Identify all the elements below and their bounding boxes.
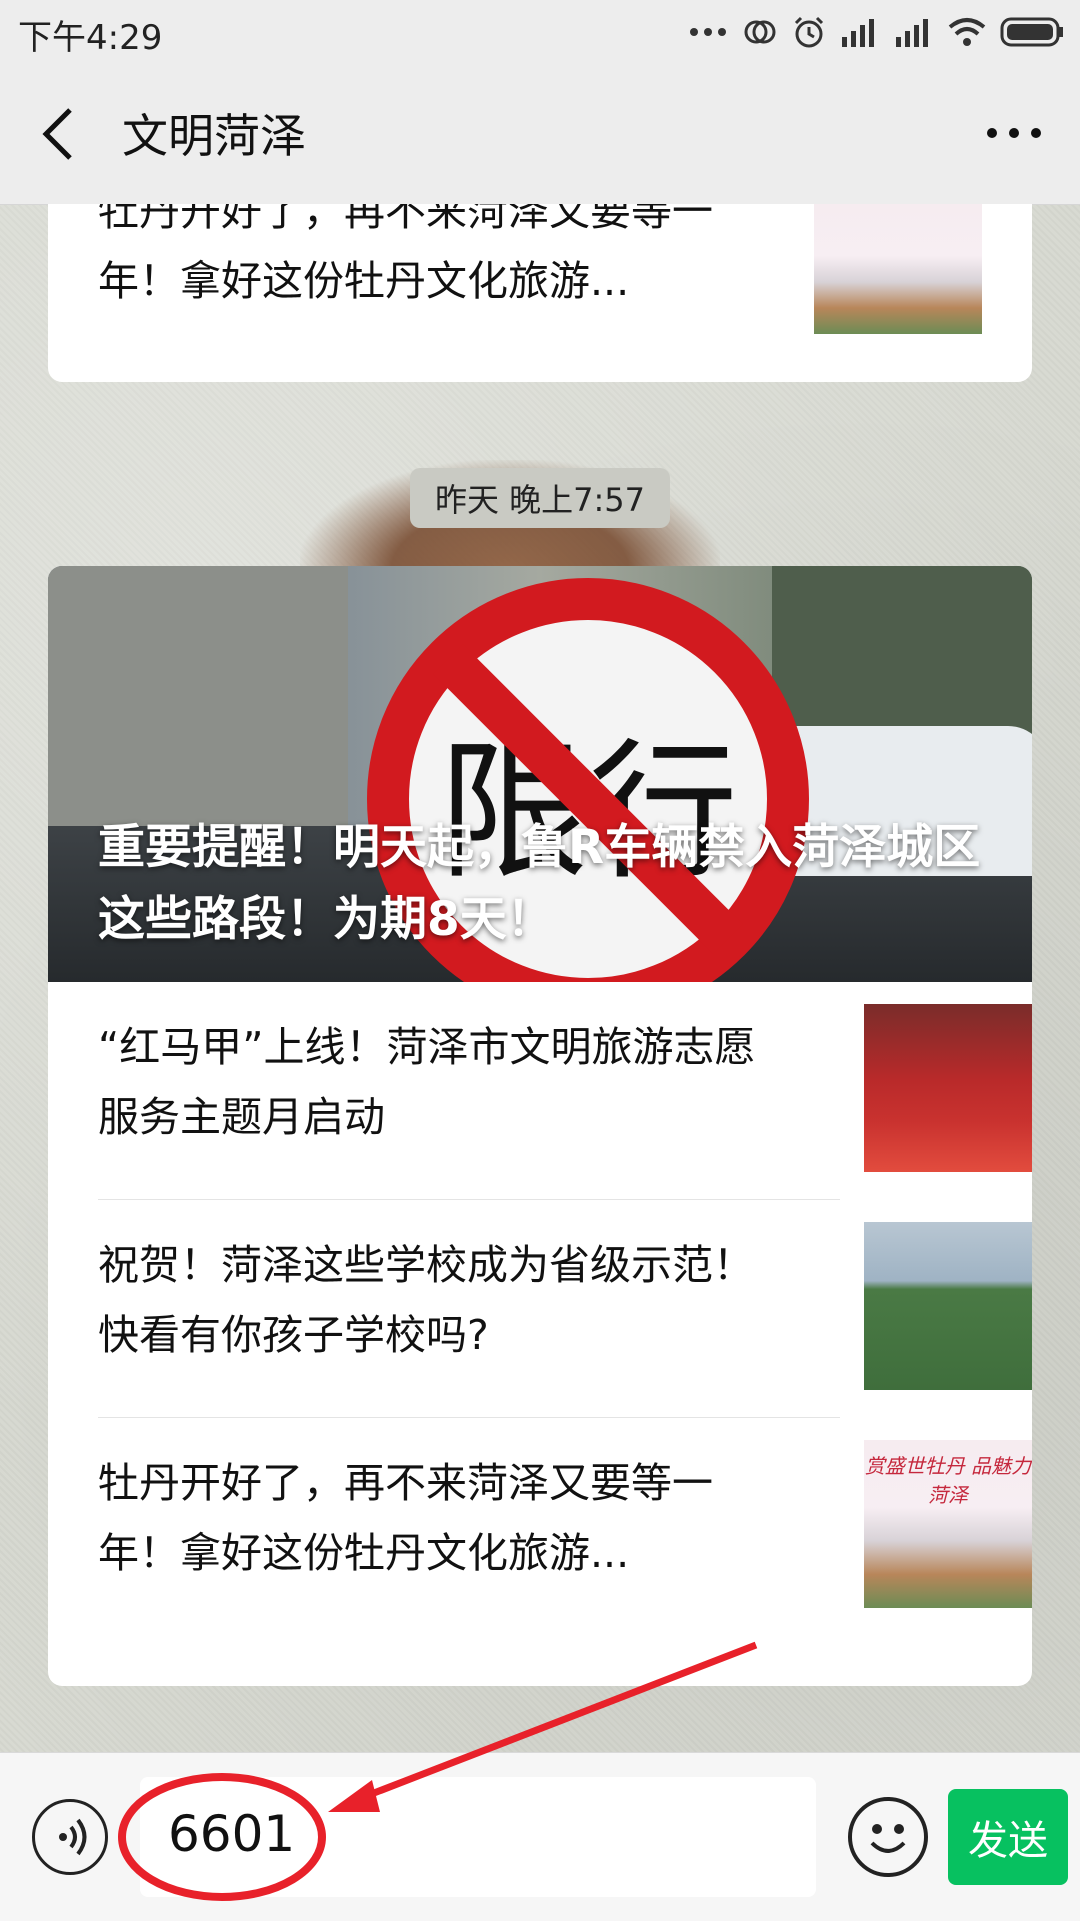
article-thumbnail [864, 1004, 1032, 1172]
article-title[interactable]: 牡丹开好了，再不来菏泽又要等一年！拿好这份牡丹文化旅游... [98, 204, 778, 316]
hd-signal-icon [842, 19, 874, 47]
more-options-icon[interactable] [984, 122, 1044, 144]
emoji-icon [870, 1824, 906, 1853]
message-input-value: 6601 [168, 1805, 296, 1863]
status-time: 下午4:29 [18, 18, 163, 58]
article-card-previous[interactable]: 牡丹开好了，再不来菏泽又要等一年！拿好这份牡丹文化旅游... [48, 204, 1032, 382]
list-item[interactable]: 祝贺！菏泽这些学校成为省级示范！快看有你孩子学校吗? [98, 1200, 1032, 1418]
article-thumbnail [814, 204, 982, 334]
thumbnail-label: 赏盛世牡丹 品魅力菏泽 [864, 1454, 1032, 1507]
more-dots-icon [690, 28, 726, 36]
list-item[interactable]: 牡丹开好了，再不来菏泽又要等一年！拿好这份牡丹文化旅游... 赏盛世牡丹 品魅力… [98, 1418, 1032, 1636]
message-input[interactable]: 6601 [140, 1777, 816, 1897]
article-thumbnail: 赏盛世牡丹 品魅力菏泽 [864, 1440, 1032, 1608]
article-title[interactable]: “红马甲”上线！菏泽市文明旅游志愿服务主题月启动 [98, 1012, 778, 1152]
send-button[interactable]: 发送 [948, 1789, 1068, 1885]
cover-image[interactable]: 限行 重要提醒！明天起，鲁R车辆禁入菏泽城区这些路段！为期8天！ [48, 566, 1032, 982]
sync-icon [744, 20, 776, 44]
signal-icon [896, 19, 928, 47]
list-item[interactable]: “红马甲”上线！菏泽市文明旅游志愿服务主题月启动 [98, 982, 1032, 1200]
article-title[interactable]: 牡丹开好了，再不来菏泽又要等一年！拿好这份牡丹文化旅游... [98, 1448, 778, 1588]
status-bar: 下午4:29 [0, 0, 1080, 62]
emoji-button[interactable] [848, 1797, 928, 1877]
message-timestamp: 昨天 晚上7:57 [410, 468, 670, 528]
back-icon[interactable] [38, 104, 78, 164]
battery-icon [1000, 17, 1063, 47]
voice-input-button[interactable] [32, 1799, 108, 1875]
article-thumbnail [864, 1222, 1032, 1390]
article-card[interactable]: 限行 重要提醒！明天起，鲁R车辆禁入菏泽城区这些路段！为期8天！ “红马甲”上线… [48, 566, 1032, 1686]
voice-icon [59, 1818, 87, 1856]
cover-title[interactable]: 重要提醒！明天起，鲁R车辆禁入菏泽城区这些路段！为期8天！ [98, 812, 998, 956]
chat-header: 文明菏泽 [0, 62, 1080, 205]
wifi-icon [948, 18, 986, 46]
status-icons [688, 14, 1064, 50]
alarm-icon [794, 16, 824, 48]
input-bar: 6601 发送 [0, 1752, 1080, 1921]
article-title[interactable]: 祝贺！菏泽这些学校成为省级示范！快看有你孩子学校吗? [98, 1230, 778, 1370]
cover-building-left [48, 566, 348, 846]
page-title: 文明菏泽 [122, 109, 306, 163]
